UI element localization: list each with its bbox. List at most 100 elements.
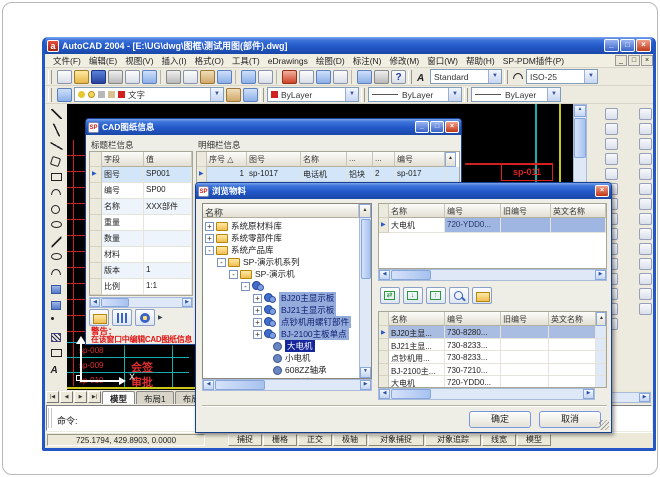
scroll-thumb[interactable] — [391, 389, 431, 399]
zoom-window-icon[interactable] — [316, 70, 331, 84]
dim-ordinate-icon[interactable] — [639, 138, 652, 150]
rectangle-icon[interactable] — [49, 171, 64, 185]
close-icon[interactable]: × — [636, 39, 651, 52]
zoom-previous-icon[interactable] — [333, 70, 348, 84]
columns-icon[interactable] — [112, 309, 132, 326]
toolbar-more-icon[interactable]: ▶ — [158, 314, 163, 326]
lwt-toggle[interactable]: 线宽 — [482, 434, 516, 446]
zoom-realtime-icon[interactable] — [299, 70, 314, 84]
dim-leader-icon[interactable] — [639, 213, 652, 225]
dim-linear-icon[interactable] — [639, 108, 652, 120]
table-row[interactable]: 编号 SP00 — [90, 183, 192, 199]
scroll-up-icon[interactable] — [359, 204, 371, 218]
polygon-icon[interactable] — [49, 155, 64, 169]
line-icon[interactable] — [49, 107, 64, 121]
designcenter-icon[interactable] — [374, 70, 389, 84]
menu-window[interactable]: 窗口(W) — [423, 55, 462, 67]
table-row[interactable]: 比例 1:1 — [90, 279, 192, 295]
point-icon[interactable] — [49, 315, 64, 329]
tree-item[interactable]: +系统原材料库 — [205, 220, 371, 232]
window-titlebar[interactable]: a AutoCAD 2004 - [E:\UG\dwg\图框\测试用图(部件).… — [45, 37, 653, 54]
menu-sp-pdm[interactable]: SP-PDM插件(P) — [499, 55, 568, 67]
column-header[interactable]: 英文名称 — [549, 312, 596, 326]
scroll-up-icon[interactable] — [445, 152, 456, 167]
plot-icon[interactable] — [108, 70, 123, 84]
open-icon[interactable] — [74, 70, 89, 84]
column-header[interactable]: 序号 △ — [207, 152, 247, 167]
tab-prev-icon[interactable]: ◀ — [60, 391, 73, 403]
table-row[interactable]: 图号 SP001 — [90, 167, 192, 183]
tree-item[interactable]: -系统产品库 — [205, 244, 371, 256]
table-row[interactable]: 大电机 720-YDD0... — [379, 376, 606, 388]
table-row[interactable]: 材料 — [90, 247, 192, 263]
save-icon[interactable] — [91, 70, 106, 84]
minimize-icon[interactable]: _ — [604, 39, 619, 52]
erase-icon[interactable] — [605, 108, 618, 120]
command-grip[interactable] — [48, 408, 52, 428]
dim-update-icon[interactable] — [639, 288, 652, 300]
column-header[interactable]: 编号 — [445, 312, 501, 326]
maximize-icon[interactable]: □ — [430, 121, 444, 133]
dim-radius-icon[interactable] — [639, 153, 652, 165]
polyline-icon[interactable] — [49, 139, 64, 153]
menu-tools[interactable]: 工具(T) — [228, 55, 264, 67]
tab-last-icon[interactable]: ▶| — [88, 391, 101, 403]
table-row[interactable]: 大电机 720-YDD0... — [379, 218, 606, 233]
close-icon[interactable]: × — [445, 121, 459, 133]
column-header[interactable]: 编号 — [445, 204, 501, 218]
match-properties-icon[interactable] — [217, 70, 232, 84]
pan-icon[interactable] — [282, 70, 297, 84]
publish-icon[interactable] — [142, 70, 157, 84]
tab-first-icon[interactable]: |◀ — [46, 391, 59, 403]
scroll-left-icon[interactable] — [90, 298, 100, 307]
text-style-combo[interactable]: Standard▼ — [430, 69, 502, 84]
menu-dimension[interactable]: 标注(N) — [349, 55, 386, 67]
multiline-text-icon[interactable] — [49, 363, 64, 377]
table-row[interactable]: BJ21主显... 730-8233... — [379, 339, 606, 352]
ortho-toggle[interactable]: 正交 — [298, 434, 332, 446]
paste-icon[interactable] — [200, 70, 215, 84]
grid-hscrollbar[interactable] — [89, 297, 193, 308]
toolbar-grip[interactable] — [48, 70, 52, 84]
dim-continue-icon[interactable] — [639, 198, 652, 210]
tree-hscrollbar[interactable] — [202, 379, 372, 391]
column-header[interactable]: 值 — [144, 152, 192, 167]
grid-toggle[interactable]: 栅格 — [263, 434, 297, 446]
dim-style-icon[interactable] — [639, 303, 652, 315]
column-header[interactable]: 旧编号 — [501, 204, 551, 218]
column-header[interactable]: 英文名称 — [551, 204, 606, 218]
scroll-thumb[interactable] — [215, 380, 265, 390]
ellipse-arc-icon[interactable] — [49, 267, 64, 281]
table-row[interactable]: BJ-2100主... 730-7210... — [379, 364, 606, 377]
model-toggle[interactable]: 模型 — [517, 434, 551, 446]
menu-file[interactable]: 文件(F) — [49, 55, 85, 67]
toolbar-grip[interactable] — [408, 70, 412, 84]
tree-item[interactable]: -SP-演示机 — [205, 268, 371, 280]
tree-item[interactable]: 小电机 — [205, 352, 371, 364]
command-prompt[interactable]: 命令: — [57, 414, 78, 427]
column-header[interactable]: 编号 — [395, 152, 445, 167]
table-row[interactable]: 数量 — [90, 231, 192, 247]
layer-manager-icon[interactable] — [57, 88, 72, 102]
column-header[interactable]: ... — [347, 152, 373, 167]
menu-draw[interactable]: 绘图(D) — [312, 55, 349, 67]
dim-aligned-icon[interactable] — [639, 123, 652, 135]
toolbar-grip[interactable] — [361, 88, 365, 102]
layer-combo[interactable]: 文字 ▼ — [74, 87, 224, 102]
spline-icon[interactable] — [49, 235, 64, 249]
menu-modify[interactable]: 修改(M) — [386, 55, 424, 67]
construction-line-icon[interactable] — [49, 123, 64, 137]
table-row[interactable]: 版本 1 — [90, 263, 192, 279]
tree-item[interactable]: +系统零部件库 — [205, 232, 371, 244]
column-header[interactable]: 字段 — [102, 152, 144, 167]
copy-icon[interactable] — [183, 70, 198, 84]
table-hscrollbar[interactable] — [378, 388, 595, 400]
tree-item[interactable]: - — [205, 280, 371, 292]
hatch-icon[interactable] — [49, 331, 64, 345]
move-up-icon[interactable]: ↑ — [426, 287, 446, 304]
properties-icon[interactable] — [357, 70, 372, 84]
undo-icon[interactable] — [241, 70, 256, 84]
minimize-icon[interactable]: _ — [415, 121, 429, 133]
plot-preview-icon[interactable] — [125, 70, 140, 84]
layer-previous-icon[interactable] — [243, 88, 258, 102]
